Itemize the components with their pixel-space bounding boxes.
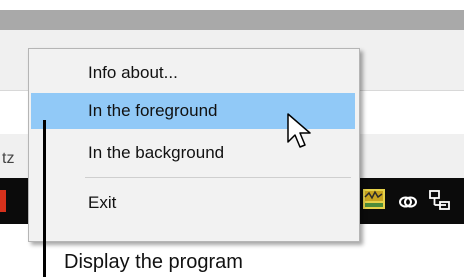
menu-item-label: Exit [88, 193, 117, 212]
menu-separator [85, 177, 351, 178]
top-strip [0, 0, 464, 10]
mouse-pointer-icon [287, 113, 311, 148]
menu-item-label: In the background [88, 143, 225, 162]
app-tray-icon[interactable] [362, 188, 386, 210]
menu-item-label: Info about... [88, 63, 178, 82]
annotation-callout-line [43, 120, 46, 277]
window-title-bar [0, 10, 464, 30]
status-text-fragment: tz [2, 150, 15, 167]
menu-item-info-about[interactable]: Info about... [31, 55, 355, 91]
link-icon[interactable] [398, 192, 418, 212]
menu-item-exit[interactable]: Exit [31, 185, 355, 221]
taskbar-app-icon[interactable] [0, 190, 6, 212]
network-icon[interactable] [428, 189, 450, 213]
menu-item-label: In the foreground [88, 101, 218, 120]
annotation-caption: Display the program [64, 251, 243, 273]
